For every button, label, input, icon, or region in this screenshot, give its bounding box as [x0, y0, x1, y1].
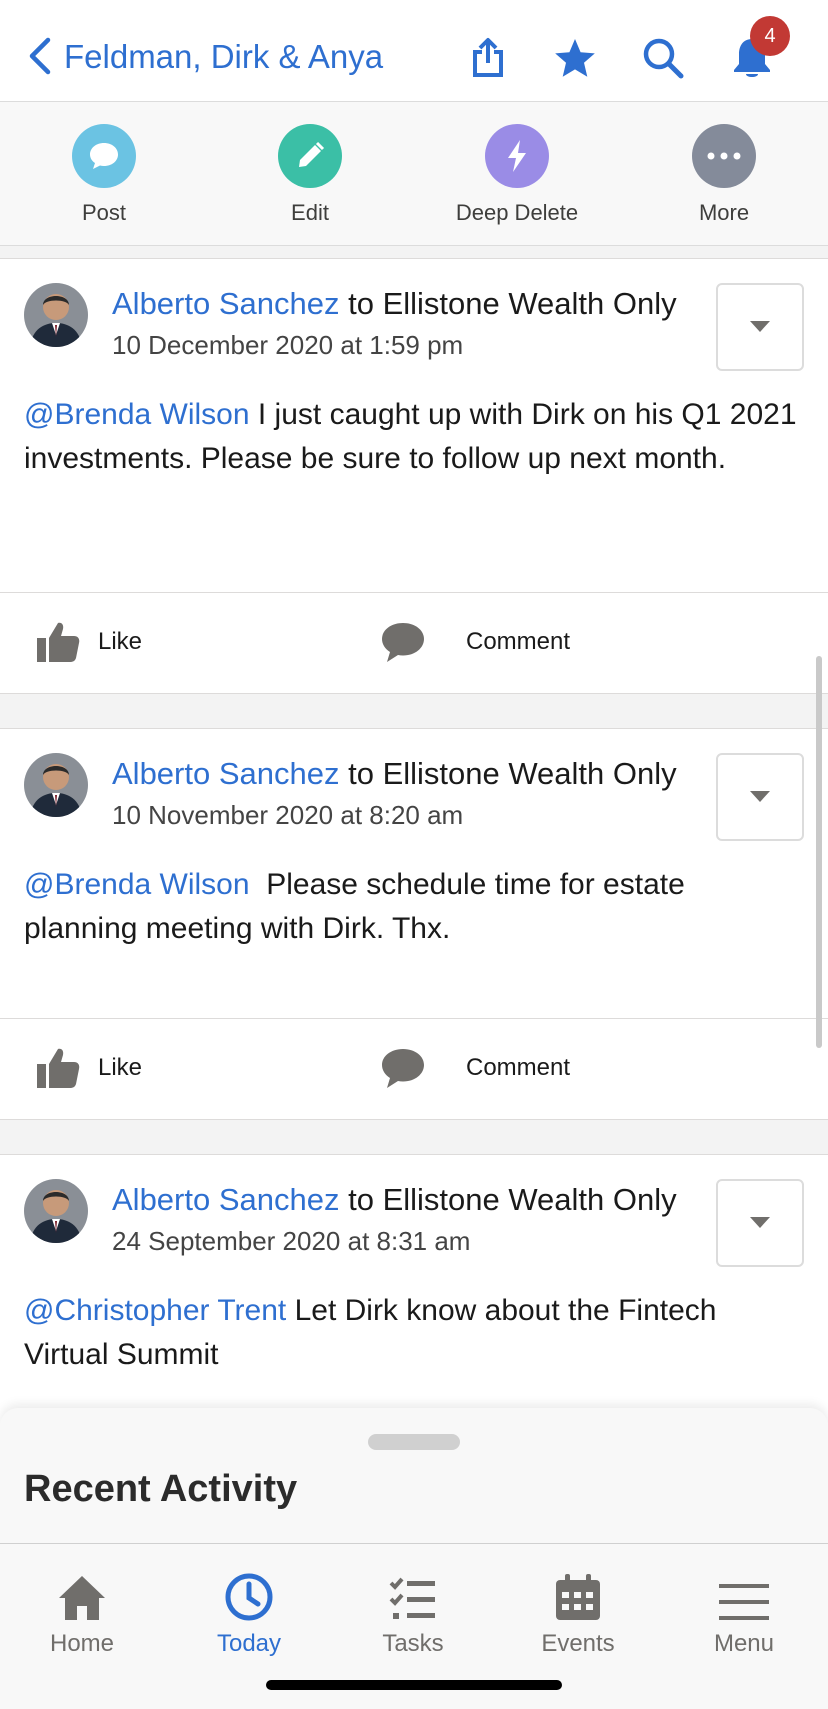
comment-button[interactable]: Comment [380, 621, 570, 663]
pencil-icon [299, 141, 325, 167]
home-indicator[interactable] [266, 1680, 562, 1690]
post-meta: Alberto Sanchez to Ellistone Wealth Only… [112, 753, 712, 833]
tab-tasks-label: Tasks [382, 1630, 444, 1657]
post-menu-button[interactable] [716, 753, 804, 841]
post-header: Alberto Sanchez to Ellistone Wealth Only [112, 753, 712, 795]
post-menu-button[interactable] [716, 283, 804, 371]
post-date[interactable]: 24 September 2020 at 8:31 am [112, 1223, 712, 1259]
post-menu-button[interactable] [716, 1179, 804, 1267]
sheet-grabber[interactable] [368, 1434, 460, 1450]
feed-post: Alberto Sanchez to Ellistone Wealth Only… [0, 728, 828, 1120]
comment-label: Comment [466, 628, 571, 655]
edit-action-circle [278, 124, 342, 188]
share-button[interactable] [460, 30, 516, 86]
user-avatar-icon [24, 283, 88, 347]
clock-icon [225, 1573, 273, 1621]
like-button[interactable]: Like [36, 1047, 142, 1089]
user-avatar-icon [24, 1179, 88, 1243]
comment-icon [382, 1049, 424, 1088]
divider [0, 592, 828, 593]
tab-today[interactable]: Today [179, 1556, 319, 1658]
author-link[interactable]: Alberto Sanchez [112, 756, 339, 791]
tab-events[interactable]: Events [508, 1556, 648, 1658]
more-dots-icon [707, 152, 741, 160]
author-link[interactable]: Alberto Sanchez [112, 286, 339, 321]
deep-delete-action-label: Deep Delete [455, 200, 579, 225]
more-action-circle [692, 124, 756, 188]
user-avatar-icon [24, 753, 88, 817]
thumbs-up-icon [37, 622, 80, 662]
more-action[interactable]: More [644, 124, 804, 226]
post-header: Alberto Sanchez to Ellistone Wealth Only [112, 1179, 712, 1221]
comment-button[interactable]: Comment [380, 1047, 570, 1089]
home-icon [59, 1576, 105, 1620]
edit-action-label: Edit [291, 200, 329, 225]
edit-action[interactable]: Edit [230, 124, 390, 226]
post-meta: Alberto Sanchez to Ellistone Wealth Only… [112, 283, 712, 363]
audience-text: to Ellistone Wealth Only [348, 286, 677, 321]
avatar[interactable] [24, 1179, 88, 1243]
tab-home-label: Home [49, 1630, 115, 1657]
mention-link[interactable]: @Christopher Trent [24, 1294, 286, 1327]
action-bar: Post Edit Deep Delete More [0, 102, 828, 246]
search-button[interactable] [635, 30, 691, 86]
comment-label: Comment [466, 1054, 571, 1081]
post-body: @Brenda Wilson Please schedule time for … [24, 863, 804, 951]
mention-link[interactable]: @Brenda Wilson [24, 398, 250, 431]
header-bar: Feldman, Dirk & Anya 4 [0, 0, 828, 102]
deep-delete-action[interactable]: Deep Delete [437, 124, 597, 226]
feed-post: Alberto Sanchez to Ellistone Wealth Only… [0, 258, 828, 694]
audience-text: to Ellistone Wealth Only [348, 1182, 677, 1217]
checklist-icon [389, 1577, 435, 1619]
tab-menu-label: Menu [713, 1630, 775, 1657]
tab-tasks[interactable]: Tasks [343, 1556, 483, 1658]
page-title: Feldman, Dirk & Anya [64, 38, 384, 75]
favorite-button[interactable] [547, 30, 603, 86]
sheet-title: Recent Activity [24, 1468, 298, 1510]
post-action[interactable]: Post [24, 124, 184, 226]
deep-delete-action-circle [485, 124, 549, 188]
post-body: @Brenda Wilson I just caught up with Dir… [24, 393, 804, 481]
back-button[interactable] [20, 36, 60, 76]
post-action-circle [72, 124, 136, 188]
post-date[interactable]: 10 December 2020 at 1:59 pm [112, 327, 712, 363]
more-action-label: More [698, 200, 750, 225]
chat-bubble-icon [90, 143, 118, 169]
notification-badge: 4 [750, 16, 790, 56]
divider [0, 1018, 828, 1019]
tab-today-label: Today [216, 1630, 282, 1657]
post-meta: Alberto Sanchez to Ellistone Wealth Only… [112, 1179, 712, 1259]
tab-menu[interactable]: Menu [674, 1556, 814, 1658]
like-button[interactable]: Like [36, 621, 142, 663]
author-link[interactable]: Alberto Sanchez [112, 1182, 339, 1217]
caret-down-icon [750, 791, 770, 802]
post-date[interactable]: 10 November 2020 at 8:20 am [112, 797, 712, 833]
share-icon [473, 38, 503, 77]
comment-icon [382, 623, 424, 662]
like-label: Like [98, 628, 143, 655]
scrollbar[interactable] [816, 656, 822, 1048]
caret-down-icon [750, 321, 770, 332]
star-icon [555, 39, 595, 77]
search-icon [643, 38, 684, 79]
caret-down-icon [750, 1217, 770, 1228]
lightning-icon [508, 140, 526, 172]
avatar[interactable] [24, 753, 88, 817]
recent-activity-sheet[interactable]: Recent Activity [0, 1408, 828, 1543]
post-header: Alberto Sanchez to Ellistone Wealth Only [112, 283, 712, 325]
calendar-icon [556, 1574, 600, 1620]
thumbs-up-icon [37, 1048, 80, 1088]
post-body: @Christopher Trent Let Dirk know about t… [24, 1289, 804, 1377]
audience-text: to Ellistone Wealth Only [348, 756, 677, 791]
like-label: Like [98, 1054, 143, 1081]
hamburger-menu-icon [719, 1584, 769, 1620]
avatar[interactable] [24, 283, 88, 347]
tab-home[interactable]: Home [12, 1556, 152, 1658]
mention-link[interactable]: @Brenda Wilson [24, 868, 250, 901]
chevron-left-icon [29, 37, 51, 75]
post-action-label: Post [81, 200, 127, 225]
tab-events-label: Events [541, 1630, 615, 1657]
